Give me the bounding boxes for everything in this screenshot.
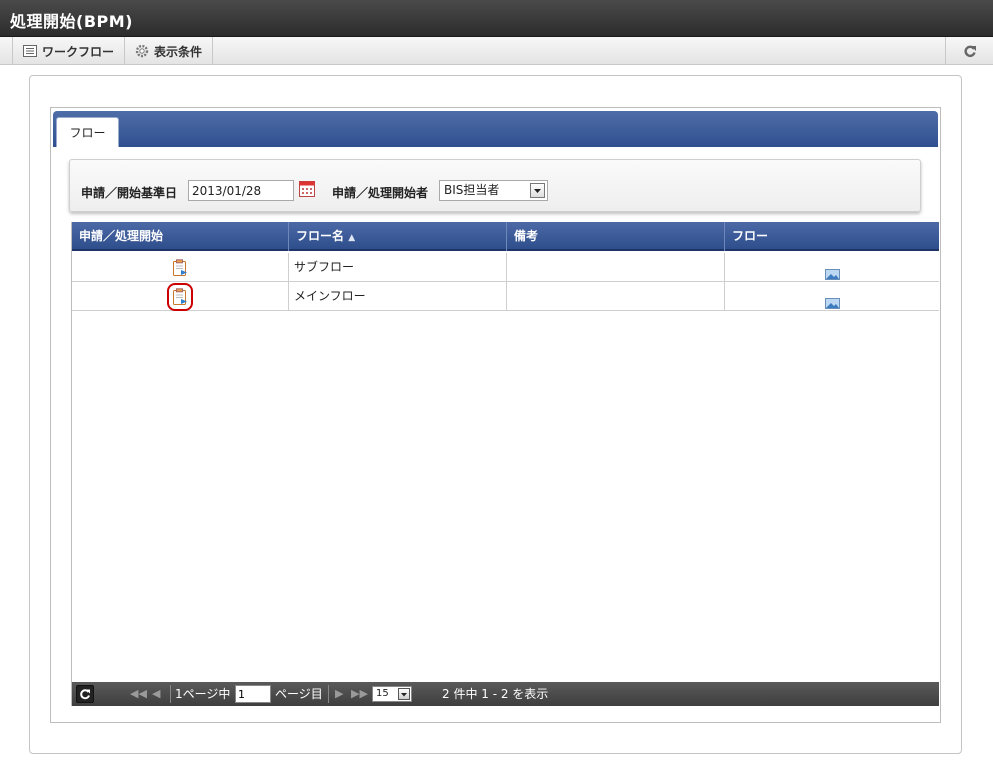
- chevron-down-icon: [398, 688, 410, 700]
- table-row: メインフロー: [72, 282, 939, 311]
- page-title: 処理開始(BPM): [10, 12, 133, 31]
- last-page-icon[interactable]: ▶▶: [351, 687, 368, 700]
- pager: ◀◀ ◀ 1ページ中 ページ目 ▶ ▶▶ 15 2 件中 1 - 2 を表示: [72, 682, 939, 706]
- refresh-button[interactable]: [945, 37, 993, 65]
- date-field[interactable]: [188, 180, 294, 201]
- table-row: サブフロー: [72, 253, 939, 282]
- column-header-start[interactable]: 申請／処理開始: [72, 222, 289, 251]
- calendar-icon[interactable]: [299, 180, 315, 197]
- column-header-flow[interactable]: フロー: [725, 222, 939, 251]
- first-page-icon[interactable]: ◀◀: [130, 687, 147, 700]
- column-header-flow-name-label: フロー名: [296, 229, 345, 243]
- page-size-select[interactable]: 15: [372, 686, 412, 702]
- page-number-field[interactable]: [235, 685, 271, 703]
- workflow-button[interactable]: ワークフロー: [12, 37, 126, 65]
- page-prefix: 1ページ中: [175, 687, 231, 701]
- flow-name-cell: サブフロー: [289, 253, 507, 282]
- flow-cell: [725, 253, 939, 282]
- tab-bar: フロー: [53, 111, 938, 147]
- flow-cell: [725, 282, 939, 311]
- display-conditions-label: 表示条件: [154, 44, 203, 59]
- start-process-icon[interactable]: [172, 258, 188, 277]
- starter-value: BIS担当者: [444, 183, 500, 197]
- flow-image-icon[interactable]: [824, 262, 840, 280]
- list-icon: [23, 45, 37, 57]
- start-cell: [72, 282, 289, 311]
- date-label: 申請／開始基準日: [81, 186, 178, 200]
- workflow-label: ワークフロー: [42, 44, 115, 59]
- flow-name-cell: メインフロー: [289, 282, 507, 311]
- starter-label: 申請／処理開始者: [332, 186, 429, 200]
- column-header-note[interactable]: 備考: [507, 222, 725, 251]
- prev-page-icon[interactable]: ◀: [152, 687, 160, 700]
- pager-refresh-button[interactable]: [76, 685, 94, 703]
- note-cell: [507, 282, 725, 311]
- start-cell: [72, 253, 289, 282]
- flow-grid: 申請／処理開始 フロー名 ▲ 備考 フロー サブフロー メインフロー ◀◀ ◀ …: [71, 222, 939, 706]
- search-panel: 申請／開始基準日 申請／処理開始者 BIS担当者: [69, 159, 921, 212]
- note-cell: [507, 253, 725, 282]
- display-conditions-button[interactable]: 表示条件: [125, 37, 214, 65]
- grid-header: 申請／処理開始 フロー名 ▲ 備考 フロー: [72, 222, 939, 251]
- tab-flow[interactable]: フロー: [56, 117, 119, 147]
- page-size-value: 15: [376, 688, 389, 699]
- chevron-down-icon: [530, 183, 545, 198]
- page-suffix: ページ目: [275, 687, 323, 701]
- flow-image-icon[interactable]: [824, 291, 840, 309]
- pager-summary: 2 件中 1 - 2 を表示: [442, 687, 549, 701]
- next-page-icon[interactable]: ▶: [335, 687, 343, 700]
- gear-icon: [135, 44, 149, 58]
- refresh-icon: [80, 689, 90, 700]
- title-bar: 処理開始(BPM): [0, 0, 993, 37]
- start-process-icon[interactable]: [167, 282, 193, 311]
- separator: [328, 685, 329, 703]
- starter-select[interactable]: BIS担当者: [439, 180, 548, 201]
- refresh-icon: [964, 45, 976, 57]
- toolbar: ワークフロー 表示条件: [0, 37, 993, 65]
- separator: [170, 685, 171, 703]
- column-header-flow-name[interactable]: フロー名 ▲: [289, 222, 507, 251]
- sort-icon: ▲: [348, 233, 356, 243]
